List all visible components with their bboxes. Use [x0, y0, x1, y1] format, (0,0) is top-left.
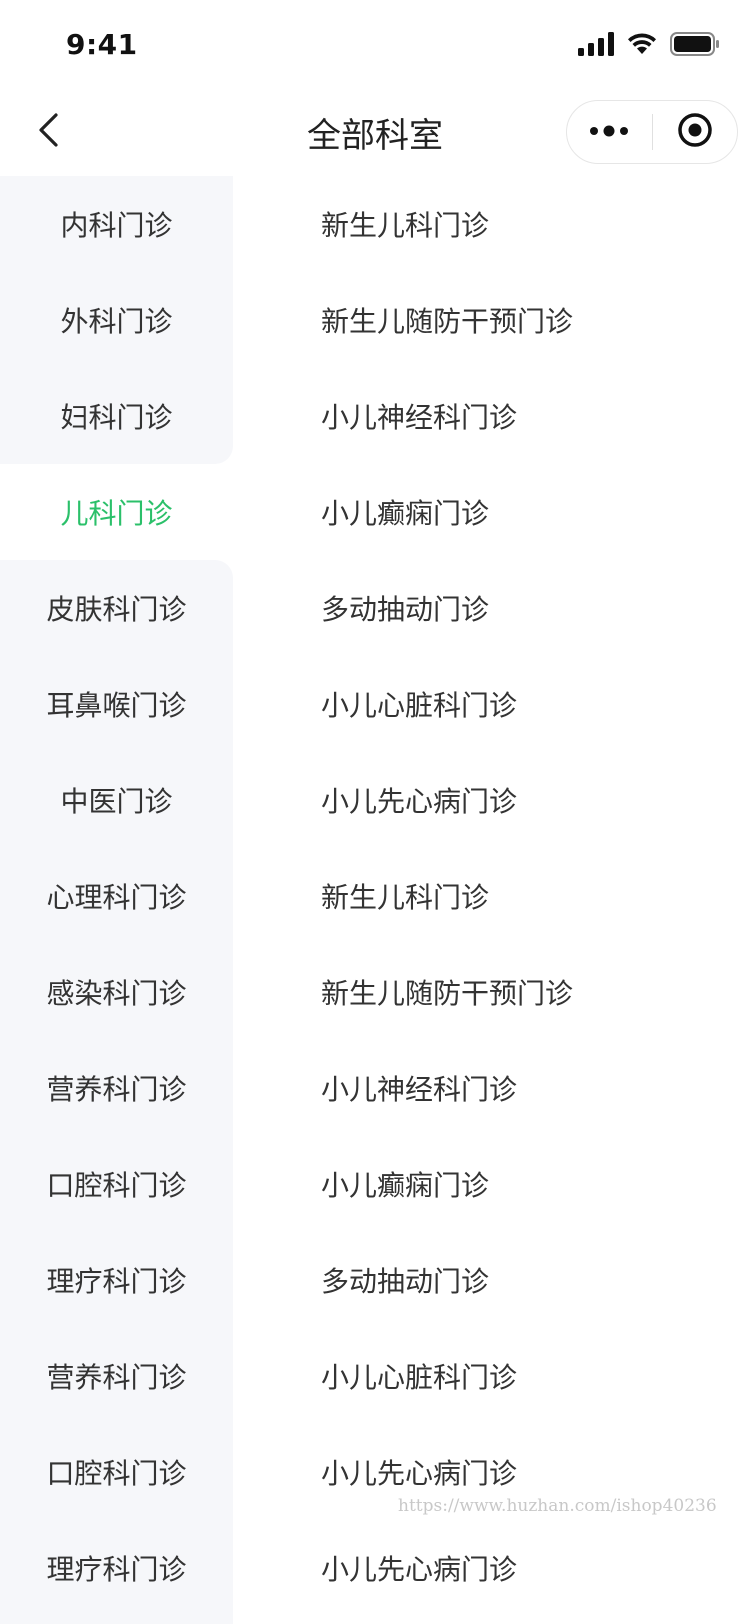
list-item[interactable]: 小儿先心病门诊: [233, 1424, 750, 1520]
sidebar-item-nutrition[interactable]: 营养科门诊: [0, 1040, 233, 1136]
sidebar-item-physiotherapy-2[interactable]: 理疗科门诊: [0, 1520, 233, 1616]
cellular-signal-icon: [578, 32, 614, 60]
status-icons: [578, 32, 720, 60]
sidebar-item-pediatrics[interactable]: 儿科门诊: [0, 464, 233, 560]
list-item[interactable]: 新生儿随防干预门诊: [233, 944, 750, 1040]
target-circle-icon: [677, 112, 713, 152]
list-item[interactable]: 小儿癫痫门诊: [233, 464, 750, 560]
list-item[interactable]: 多动抽动门诊: [233, 1232, 750, 1328]
mini-program-capsule: [566, 100, 738, 164]
nav-bar: 全部科室: [0, 88, 750, 176]
list-item[interactable]: 小儿先心病门诊: [233, 752, 750, 848]
list-item[interactable]: 多动抽动门诊: [233, 560, 750, 656]
sidebar-item-stomatology-2[interactable]: 口腔科门诊: [0, 1424, 233, 1520]
sidebar-item-tcm[interactable]: 中医门诊: [0, 752, 233, 848]
list-item[interactable]: 小儿癫痫门诊: [233, 1136, 750, 1232]
list-item[interactable]: 新生儿科门诊: [233, 176, 750, 272]
list-item[interactable]: 新生儿科门诊: [233, 848, 750, 944]
department-list: 新生儿科门诊 新生儿随防干预门诊 小儿神经科门诊 小儿癫痫门诊 多动抽动门诊 小…: [233, 176, 750, 1624]
close-mini-program-button[interactable]: [653, 101, 738, 163]
sidebar-item-psychology[interactable]: 心理科门诊: [0, 848, 233, 944]
department-content: 内科门诊 外科门诊 妇科门诊 儿科门诊 皮肤科门诊 耳鼻喉门诊 中医门诊 心理科…: [0, 176, 750, 1624]
sidebar-filler: [0, 1616, 233, 1624]
category-sidebar: 内科门诊 外科门诊 妇科门诊 儿科门诊 皮肤科门诊 耳鼻喉门诊 中医门诊 心理科…: [0, 176, 233, 1624]
status-bar: 9:41: [0, 0, 750, 88]
list-item[interactable]: 小儿心脏科门诊: [233, 656, 750, 752]
sidebar-item-infection[interactable]: 感染科门诊: [0, 944, 233, 1040]
list-item[interactable]: 小儿先心病门诊: [233, 1520, 750, 1616]
more-dots-icon: [589, 123, 629, 142]
list-item[interactable]: 小儿心脏科门诊: [233, 1328, 750, 1424]
sidebar-item-ent[interactable]: 耳鼻喉门诊: [0, 656, 233, 752]
wifi-icon: [626, 32, 658, 60]
sidebar-item-gynecology[interactable]: 妇科门诊: [0, 368, 233, 464]
chevron-left-icon: [36, 112, 60, 152]
sidebar-item-surgery[interactable]: 外科门诊: [0, 272, 233, 368]
list-item[interactable]: 小儿神经科门诊: [233, 368, 750, 464]
sidebar-item-physiotherapy[interactable]: 理疗科门诊: [0, 1232, 233, 1328]
more-button[interactable]: [567, 101, 652, 163]
list-item[interactable]: 新生儿随防干预门诊: [233, 272, 750, 368]
sidebar-item-nutrition-2[interactable]: 营养科门诊: [0, 1328, 233, 1424]
status-time: 9:41: [66, 28, 138, 61]
sidebar-item-stomatology[interactable]: 口腔科门诊: [0, 1136, 233, 1232]
sidebar-item-dermatology[interactable]: 皮肤科门诊: [0, 560, 233, 656]
battery-icon: [670, 32, 720, 60]
back-button[interactable]: [22, 106, 74, 158]
list-item[interactable]: 小儿神经科门诊: [233, 1040, 750, 1136]
sidebar-item-internal-medicine[interactable]: 内科门诊: [0, 176, 233, 272]
